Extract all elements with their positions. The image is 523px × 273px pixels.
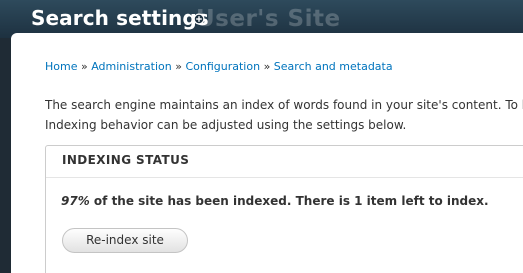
reindex-site-button[interactable]: Re-index site (62, 228, 188, 253)
fieldset-divider (46, 177, 523, 178)
page-title: Search settings (31, 6, 209, 30)
breadcrumb: Home » Administration » Configuration » … (45, 60, 393, 73)
add-shortcut-icon[interactable] (193, 13, 205, 25)
breadcrumb-separator: » (80, 60, 88, 73)
breadcrumb-administration[interactable]: Administration (91, 60, 172, 73)
intro-text: The search engine maintains an index of … (45, 95, 523, 135)
breadcrumb-home[interactable]: Home (45, 60, 77, 73)
breadcrumb-search-and-metadata[interactable]: Search and metadata (274, 60, 393, 73)
site-name-watermark: User's Site (196, 6, 341, 32)
indexing-status-text: 97% of the site has been indexed. There … (61, 194, 489, 208)
breadcrumb-separator: » (263, 60, 271, 73)
indexed-percent: 97% (61, 194, 90, 208)
breadcrumb-separator: » (175, 60, 182, 73)
indexed-status-message: of the site has been indexed. There is 1… (93, 194, 489, 208)
breadcrumb-configuration[interactable]: Configuration (185, 60, 260, 73)
indexing-status-legend: INDEXING STATUS (62, 153, 190, 167)
intro-line-2: Indexing behavior can be adjusted using … (45, 118, 407, 132)
intro-line-1: The search engine maintains an index of … (45, 98, 523, 112)
